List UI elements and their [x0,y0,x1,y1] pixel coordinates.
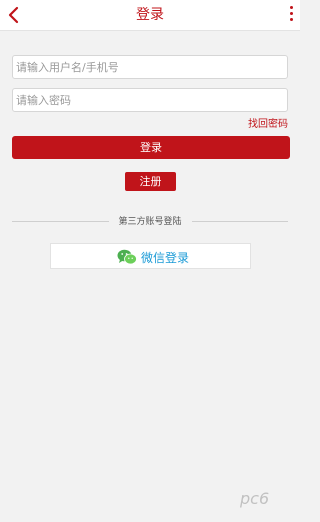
login-button[interactable]: 登录 [12,136,290,159]
top-bar: 登录 [0,0,300,31]
register-button[interactable]: 注册 [125,172,176,191]
more-menu-icon[interactable] [288,6,294,24]
password-field[interactable] [12,88,288,112]
page-title: 登录 [136,7,164,23]
forgot-password-link[interactable]: 找回密码 [248,115,288,130]
divider-right [192,221,288,222]
watermark-text: pc6 [239,489,269,508]
password-input[interactable] [13,89,287,112]
username-input[interactable] [13,56,287,79]
wechat-icon [117,249,137,265]
wechat-login-button[interactable]: 微信登录 [50,243,251,269]
wechat-login-label: 微信登录 [141,251,190,265]
username-field[interactable] [12,55,288,79]
pc6-watermark-logo: pc6 [239,489,269,508]
